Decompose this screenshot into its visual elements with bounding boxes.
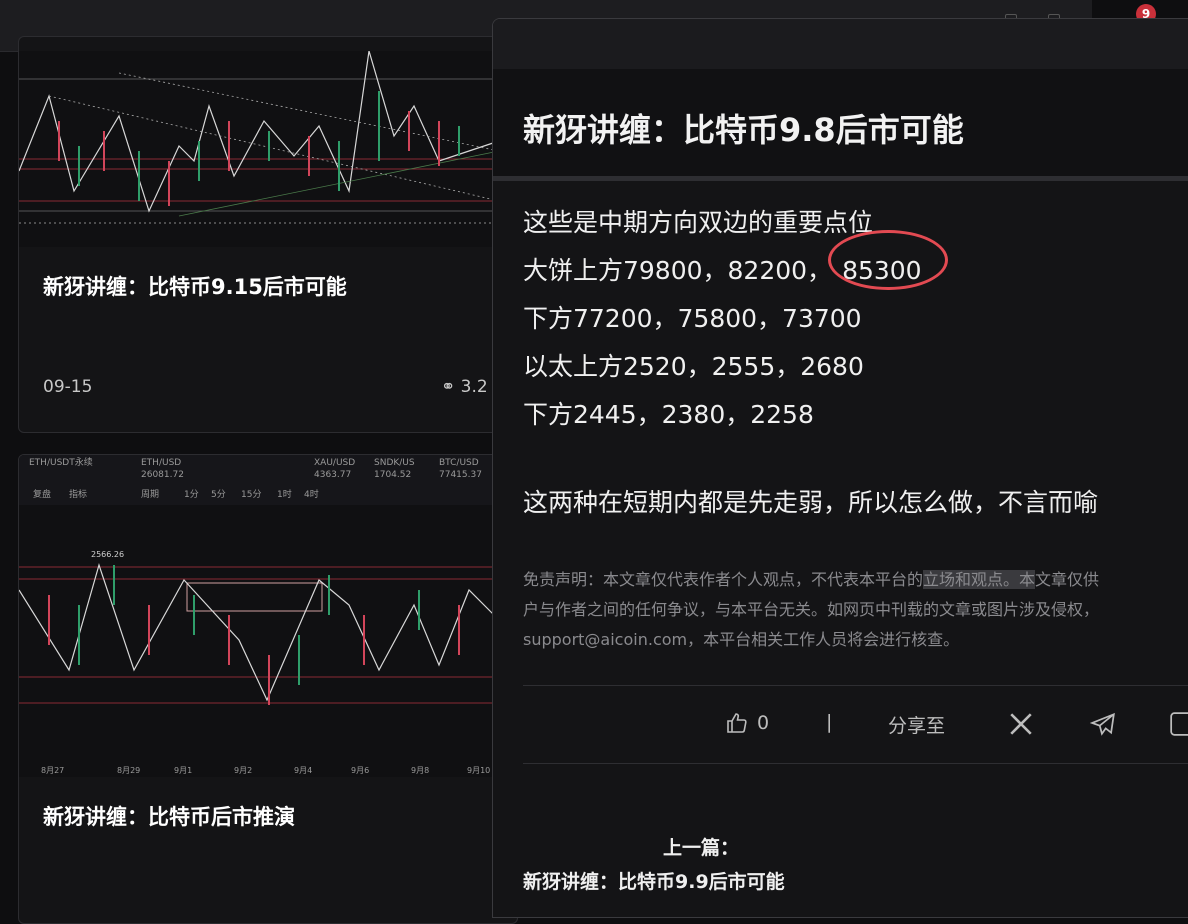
- chart-value: 4363.77: [314, 470, 351, 480]
- disclaimer-line-2: 户与作者之间的任何争议，与本平台无关。如网页中刊载的文章或图片涉及侵权，: [523, 600, 1100, 619]
- share-facebook-button[interactable]: [1169, 711, 1188, 737]
- article-line-3: 下方77200，75800，73700: [523, 304, 862, 333]
- article-line-2-text: 大饼上方79800，82200，: [523, 256, 833, 285]
- chart-value: 26081.72: [141, 470, 184, 480]
- disclaimer-line-3: support@aicoin.com，本平台相关工作人员将会进行核查。: [523, 630, 960, 649]
- chart-value: 1704.52: [374, 470, 411, 480]
- card-title[interactable]: 新犽讲缠：比特币9.15后市可能: [43, 271, 347, 301]
- facebook-icon: [1170, 712, 1188, 736]
- disclaimer-selected-text: 立场和观点。本: [923, 570, 1036, 589]
- candlestick-chart-image: [19, 50, 500, 224]
- article-line-6: 这两种在短期内都是先走弱，所以怎么做，不言而喻: [523, 488, 1099, 517]
- chart-tag: ETH/USDT永续: [29, 456, 93, 468]
- card-views: ⚭ 3.2: [441, 377, 488, 397]
- article-line-5: 下方2445，2380，2258: [523, 400, 814, 429]
- chart-toolbar-item: 4时: [304, 488, 319, 500]
- article-card-1[interactable]: 新犽讲缠：比特币9.15后市可能 09-15 ⚭ 3.2: [18, 36, 518, 433]
- highlight-circle-annotation: [828, 230, 948, 290]
- chart-toolbar-item: 15分: [241, 489, 261, 500]
- chart-tag: SNDK/US: [374, 458, 415, 468]
- previous-article-label: 上一篇：: [663, 837, 740, 859]
- chart-toolbar-item: 1时: [277, 488, 292, 500]
- article-actions: 0 | 分享至: [493, 707, 1188, 743]
- disclaimer-part-1: 免责声明：本文章仅代表作者个人观点，不代表本平台的: [523, 570, 924, 589]
- disclaimer: 免责声明：本文章仅代表作者个人观点，不代表本平台的立场和观点。本文章仅供 户与作…: [523, 565, 1188, 655]
- disclaimer-part-3: 文章仅供: [1035, 570, 1100, 589]
- chart-tag: XAU/USD: [314, 458, 355, 468]
- chart-toolbar-item: 周期: [141, 489, 159, 500]
- card-views-count: 3.2: [460, 377, 488, 397]
- like-button[interactable]: 0: [725, 711, 769, 735]
- previous-article-link[interactable]: 新犽讲缠：比特币9.9后市可能: [523, 867, 785, 894]
- telegram-icon: [1090, 712, 1115, 736]
- chart-date: 9月8: [411, 766, 429, 775]
- card-chart-thumbnail: [19, 50, 517, 247]
- chart-date: 9月1: [174, 766, 192, 775]
- article-card-2[interactable]: ETH/USDT永续 ETH/USD XAU/USD SNDK/US BTC/U…: [18, 454, 518, 924]
- share-label: 分享至: [888, 715, 946, 737]
- chart-tag: ETH/USD: [141, 458, 181, 468]
- thumbs-up-icon: [727, 713, 747, 733]
- like-count: 0: [757, 712, 770, 734]
- divider-bottom: [523, 763, 1188, 764]
- card-title[interactable]: 新犽讲缠：比特币后市推演: [43, 801, 295, 831]
- chart-date: 8月29: [117, 766, 140, 775]
- fire-icon: ⚭: [441, 377, 456, 397]
- x-twitter-icon: [1010, 713, 1032, 735]
- chart-toolbar-item: 复盘: [33, 488, 51, 500]
- article-line-4: 以太上方2520，2555，2680: [523, 352, 864, 381]
- chart-tag: BTC/USD: [439, 458, 479, 468]
- chart-peak-label: 2566.26: [91, 550, 124, 559]
- share-telegram-button[interactable]: [1090, 711, 1116, 737]
- card-chart-thumbnail: ETH/USDT永续 ETH/USD XAU/USD SNDK/US BTC/U…: [19, 455, 517, 777]
- action-separator: |: [826, 711, 833, 733]
- share-x-button[interactable]: [1008, 711, 1034, 737]
- article-title: 新犽讲缠：比特币9.8后市可能: [523, 111, 964, 149]
- chart-toolbar-item: 5分: [211, 489, 226, 500]
- article-line-1: 这些是中期方向双边的重要点位: [523, 208, 874, 237]
- chart-date: 9月6: [351, 766, 369, 775]
- card-date: 09-15: [43, 377, 93, 397]
- chart-toolbar-item: 1分: [184, 489, 199, 500]
- divider-top: [523, 685, 1188, 686]
- candlestick-chart-image: ETH/USDT永续 ETH/USD XAU/USD SNDK/US BTC/U…: [19, 455, 517, 775]
- chart-value: 77415.37: [439, 470, 482, 480]
- chart-date: 9月10: [467, 766, 490, 775]
- panel-header: [493, 19, 1188, 69]
- article-panel: 新犽讲缠：比特币9.8后市可能 这些是中期方向双边的重要点位 大饼上方79800…: [492, 18, 1188, 918]
- chart-date: 9月4: [294, 766, 312, 775]
- chart-toolbar-item: 指标: [69, 488, 87, 500]
- chart-date: 8月27: [41, 766, 64, 775]
- chart-date: 9月2: [234, 766, 252, 775]
